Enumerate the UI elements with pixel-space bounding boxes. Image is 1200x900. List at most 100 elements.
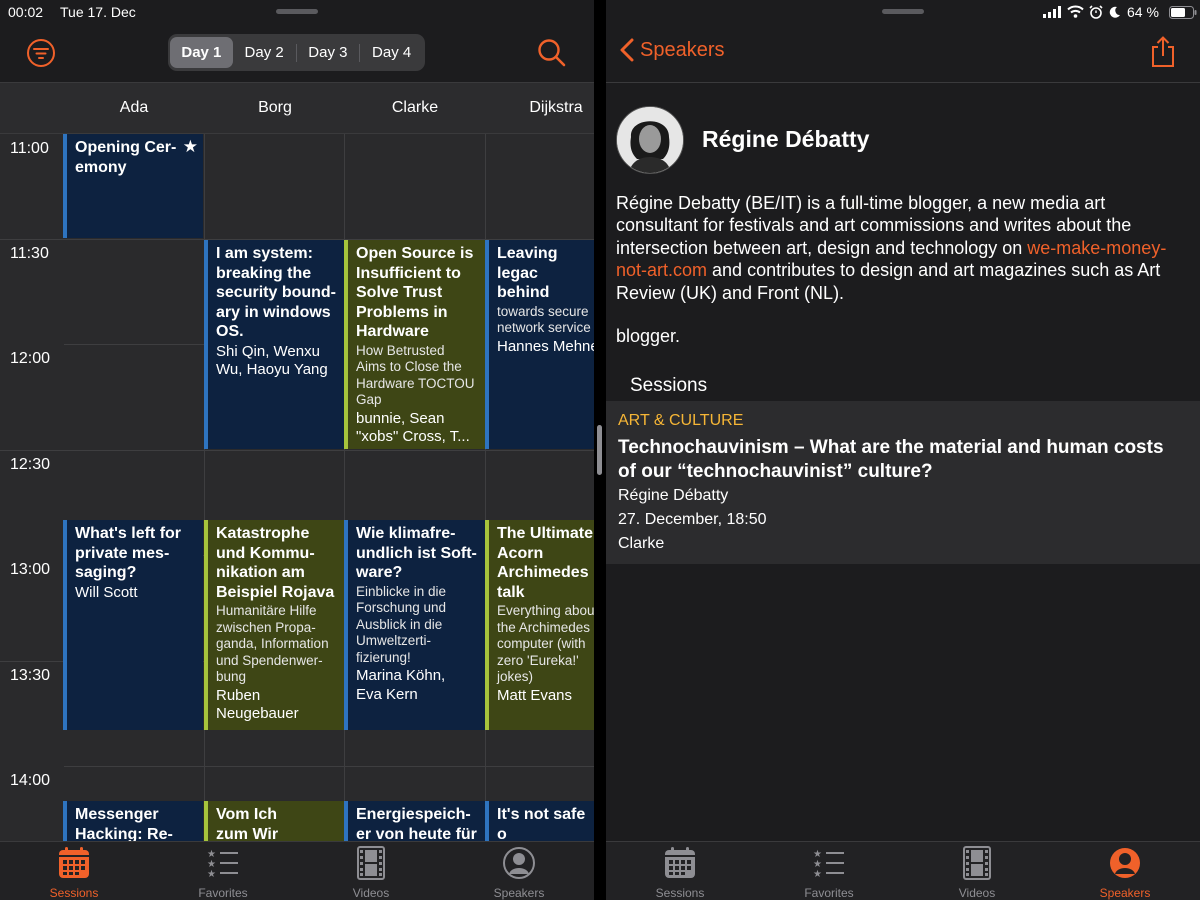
speaker-detail-pane: 64 % Speakers Régine Débatty Régine Deba… [606,0,1200,900]
session-datetime: 27. December, 18:50 [618,511,767,528]
session-title: Katastrophe und Kommu- nikation am Beisp… [216,525,335,601]
tab-sessions[interactable]: Sessions [620,846,740,900]
session-title: I am system: breaking the security bound… [216,245,337,340]
film-icon [963,846,991,880]
chevron-left-icon [620,38,634,62]
session-katastrophe[interactable]: Katastrophe und Kommu- nikation am Beisp… [204,520,344,730]
session-vom-ich-zum-wir[interactable]: Vom Ich zum Wir [204,801,344,842]
schedule-pane: 00:02 Tue 17. Dec Day 1 Day 2 Day 3 Day … [0,0,594,900]
day-tab-3[interactable]: Day 3 [297,37,360,68]
session-subtitle: How Betrusted Aims to Close the Hardware… [356,342,475,408]
moon-icon [1109,6,1120,18]
tab-label: Videos [958,886,996,900]
session-subtitle: towards secure network service [497,303,591,336]
svg-text:★: ★ [813,869,822,880]
multitask-grabber[interactable] [882,9,924,14]
tab-sessions[interactable]: Sessions [14,846,134,900]
wifi-icon [1067,5,1084,18]
back-button-label: Speakers [640,38,725,61]
tab-label: Sessions [49,886,99,900]
grid-line [64,766,594,767]
share-icon [1152,36,1174,67]
day-selector: Day 1 Day 2 Day 3 Day 4 [168,34,425,71]
search-icon [538,39,566,67]
session-speakers: Hannes Mehne [497,337,594,355]
session-title: Vom Ich zum Wir [216,806,279,842]
session-speakers: Ruben Neugebauer [216,686,299,723]
tab-speakers[interactable]: Speakers [459,846,579,900]
session-speakers: Marina Köhn, Eva Kern [356,667,446,703]
status-time: 00:02 [8,4,44,20]
time-label: 12:30 [10,456,51,473]
session-room: Clarke [618,535,665,552]
room-header-borg: Borg [258,99,292,116]
tab-label: Favorites [804,886,854,900]
schedule-grid[interactable]: 11:00 11:30 12:00 12:30 13:00 13:30 14:0… [0,134,594,842]
tab-label: Speakers [1099,886,1151,900]
session-energiespeicher[interactable]: Energiespeich- er von heute für [344,801,485,842]
status-date: Tue 17. Dec [60,4,136,20]
tab-label: Sessions [655,886,705,900]
time-label: 11:00 [10,140,49,157]
tab-label: Favorites [198,886,248,900]
session-title: Opening Cer- emony [75,139,177,176]
alarm-icon [1089,5,1103,19]
back-button[interactable]: Speakers [620,38,725,62]
session-acorn-archimedes[interactable]: The Ultimate Acorn Archimedes talk Every… [485,520,594,730]
session-speakers: Will Scott [75,583,138,601]
tab-bar: Sessions ★ ★ ★ Favorites Videos Speakers [0,841,594,900]
tab-label: Speakers [493,886,545,900]
favorites-list-icon: ★★★ [207,849,238,880]
session-category: ART & CULTURE [618,412,744,429]
grid-line [0,450,594,451]
session-not-safe-streets[interactable]: It's not safe o the streets... [485,801,594,842]
session-open-source-insufficient[interactable]: Open Source is Insufficient to Solve Tru… [344,240,485,449]
day-tab-4[interactable]: Day 4 [360,37,423,68]
room-header-dijkstra: Dijkstra [529,99,583,116]
speaker-short-bio: blogger. [616,326,681,346]
share-button[interactable] [1150,36,1176,68]
room-header-ada: Ada [119,99,149,116]
favorites-list-icon: ★★★ [813,849,844,880]
time-label: 14:00 [10,772,51,789]
search-button[interactable] [536,37,568,69]
session-messenger-hacking[interactable]: Messenger Hacking: Re- [63,801,203,842]
day-tab-1[interactable]: Day 1 [170,37,233,68]
day-tab-2[interactable]: Day 2 [233,37,296,68]
session-speaker: Régine Débatty [618,487,729,504]
person-icon [503,847,535,879]
status-icons: 64 % [1043,0,1198,24]
favorite-star-icon: ★ [182,137,198,156]
sessions-heading: Sessions [630,375,708,396]
session-private-messaging[interactable]: What's left for private mes- saging? Wil… [63,520,203,730]
tab-favorites[interactable]: ★ ★ ★ Favorites [163,846,283,900]
session-card[interactable]: ART & CULTURE Technochauvinism – What ar… [606,401,1200,564]
room-header-clarke: Clarke [391,99,439,116]
session-title: The Ultimate Acorn Archimedes talk [497,525,594,601]
session-title: Technochauvinism – What are the material… [618,437,1164,482]
split-view-divider[interactable] [594,0,606,900]
schedule-header: Day 1 Day 2 Day 3 Day 4 [0,24,594,83]
calendar-icon [665,847,695,878]
time-label: 11:30 [10,245,49,262]
tab-videos[interactable]: Videos [311,846,431,900]
session-title: Wie klimafre- undlich ist Soft- ware? [356,525,477,581]
person-icon [1110,848,1140,878]
tab-speakers[interactable]: Speakers [1065,846,1185,900]
session-leaving-legacy[interactable]: Leaving legac behind towards secure netw… [485,240,594,449]
split-view-handle[interactable] [597,425,602,475]
session-title: What's left for private mes- saging? [75,525,182,581]
speaker-avatar [616,106,684,174]
battery-percent: 64 % [1127,4,1159,20]
session-klimafreundlich[interactable]: Wie klimafre- undlich ist Soft- ware? Ei… [344,520,485,730]
tab-favorites[interactable]: ★ ★ ★ Favorites [769,846,889,900]
time-label: 13:00 [10,561,51,578]
multitask-grabber[interactable] [276,9,318,14]
calendar-icon [59,847,89,878]
film-icon [357,846,385,880]
tab-videos[interactable]: Videos [917,846,1037,900]
session-subtitle: Everything abou the Archimedes computer … [497,603,594,684]
session-opening-ceremony[interactable]: Opening Cer- emony ★ [63,134,203,238]
session-i-am-system[interactable]: I am system: breaking the security bound… [204,240,344,449]
filter-button[interactable] [26,38,56,68]
